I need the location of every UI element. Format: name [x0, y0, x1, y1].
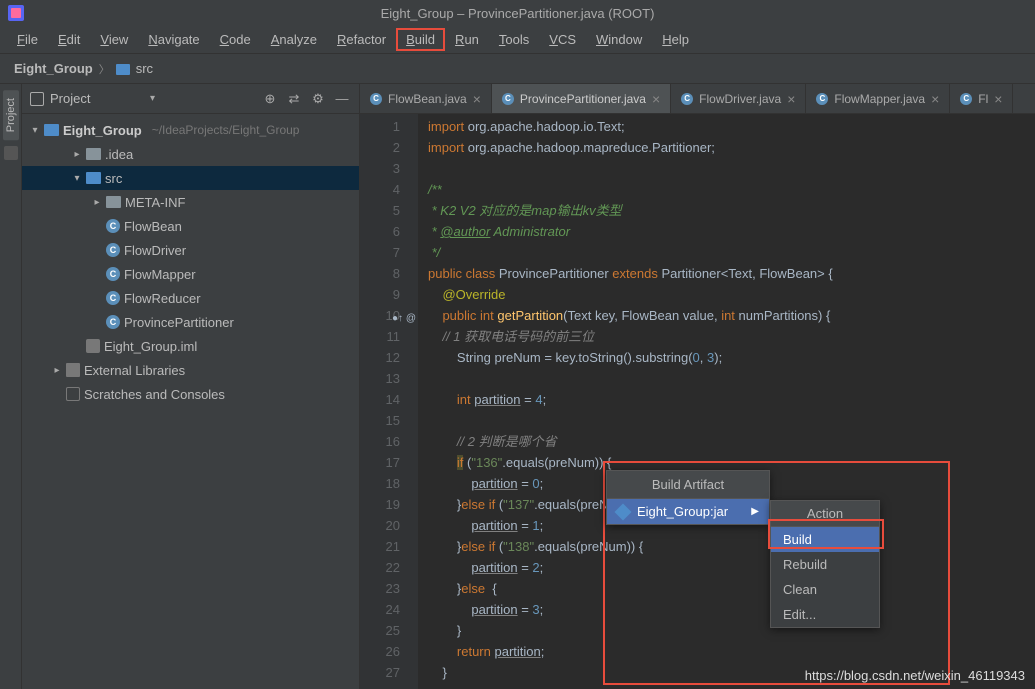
gutter: 12345678910●↑ @1112131415161718192021222…: [360, 114, 418, 689]
breadcrumb-bar: Eight_Group 〉 src: [0, 54, 1035, 84]
action-rebuild[interactable]: Rebuild: [771, 552, 879, 577]
project-label[interactable]: Project: [50, 91, 144, 106]
menu-help[interactable]: Help: [653, 29, 698, 50]
menu-bar: FileEditViewNavigateCodeAnalyzeRefactorB…: [0, 26, 1035, 54]
menu-refactor[interactable]: Refactor: [328, 29, 395, 50]
class-icon: C: [816, 93, 828, 105]
structure-tool-icon[interactable]: [4, 146, 18, 160]
close-icon[interactable]: ×: [652, 91, 660, 107]
class-icon: C: [370, 93, 382, 105]
artifact-icon: [615, 503, 632, 520]
chevron-right-icon: 〉: [99, 61, 110, 77]
close-icon[interactable]: ×: [787, 91, 795, 107]
project-panel: Project ▾ ⊕ ⇄ ⚙ — ▾Eight_Group~/IdeaProj…: [22, 84, 360, 689]
tab-provincepartitioner-java[interactable]: CProvincePartitioner.java×: [492, 84, 671, 113]
project-icon: [30, 92, 44, 106]
folder-icon: [116, 64, 130, 75]
menu-edit[interactable]: Edit: [49, 29, 89, 50]
code-body[interactable]: import org.apache.hadoop.io.Text; import…: [418, 114, 1035, 689]
window-title: Eight_Group – ProvincePartitioner.java (…: [381, 6, 655, 21]
artifact-item[interactable]: Eight_Group:jar ▶: [607, 499, 769, 524]
app-logo-icon: [8, 5, 24, 21]
menu-navigate[interactable]: Navigate: [139, 29, 208, 50]
action-clean[interactable]: Clean: [771, 577, 879, 602]
tree-item-flowbean[interactable]: CFlowBean: [22, 214, 359, 238]
tree-item-scratches-and-consoles[interactable]: Scratches and Consoles: [22, 382, 359, 406]
close-icon[interactable]: ×: [931, 91, 939, 107]
action-edit[interactable]: Edit...: [771, 602, 879, 627]
menu-window[interactable]: Window: [587, 29, 651, 50]
tree-item--idea[interactable]: ▸.idea: [22, 142, 359, 166]
tab-fl[interactable]: CFl×: [950, 84, 1013, 113]
tree-item-provincepartitioner[interactable]: CProvincePartitioner: [22, 310, 359, 334]
tab-flowdriver-java[interactable]: CFlowDriver.java×: [671, 84, 806, 113]
breadcrumb-folder[interactable]: src: [136, 61, 153, 76]
editor-tabs: CFlowBean.java×CProvincePartitioner.java…: [360, 84, 1035, 114]
close-icon[interactable]: ×: [473, 91, 481, 107]
tab-flowmapper-java[interactable]: CFlowMapper.java×: [806, 84, 950, 113]
tree-root[interactable]: ▾Eight_Group~/IdeaProjects/Eight_Group: [22, 118, 359, 142]
breadcrumb-project[interactable]: Eight_Group: [14, 61, 93, 76]
tree-item-meta-inf[interactable]: ▸META-INF: [22, 190, 359, 214]
title-bar: Eight_Group – ProvincePartitioner.java (…: [0, 0, 1035, 26]
class-icon: C: [960, 93, 972, 105]
dropdown-icon[interactable]: ▾: [150, 93, 155, 104]
editor-area: CFlowBean.java×CProvincePartitioner.java…: [360, 84, 1035, 689]
expand-icon[interactable]: ⇄: [285, 90, 303, 108]
menu-file[interactable]: File: [8, 29, 47, 50]
action-build[interactable]: Build: [771, 527, 879, 552]
menu-build[interactable]: Build: [397, 29, 444, 50]
tree-item-external-libraries[interactable]: ▸External Libraries: [22, 358, 359, 382]
menu-vcs[interactable]: VCS: [540, 29, 585, 50]
menu-code[interactable]: Code: [211, 29, 260, 50]
build-artifact-menu[interactable]: Build Artifact Eight_Group:jar ▶: [606, 470, 770, 525]
artifact-label: Eight_Group:jar: [637, 504, 728, 519]
menu-analyze[interactable]: Analyze: [262, 29, 326, 50]
tab-flowbean-java[interactable]: CFlowBean.java×: [360, 84, 492, 113]
gear-icon[interactable]: ⚙: [309, 90, 327, 108]
tree-item-flowreducer[interactable]: CFlowReducer: [22, 286, 359, 310]
menu-header: Build Artifact: [607, 471, 769, 499]
tool-window-strip: Project: [0, 84, 22, 689]
menu-run[interactable]: Run: [446, 29, 488, 50]
action-menu-header: Action: [771, 501, 879, 527]
code-editor[interactable]: 12345678910●↑ @1112131415161718192021222…: [360, 114, 1035, 689]
locate-icon[interactable]: ⊕: [261, 90, 279, 108]
action-menu[interactable]: Action BuildRebuildCleanEdit...: [770, 500, 880, 628]
project-panel-header: Project ▾ ⊕ ⇄ ⚙ —: [22, 84, 359, 114]
tree-item-flowmapper[interactable]: CFlowMapper: [22, 262, 359, 286]
class-icon: C: [502, 93, 514, 105]
menu-view[interactable]: View: [91, 29, 137, 50]
tree-item-eight-group-iml[interactable]: Eight_Group.iml: [22, 334, 359, 358]
watermark-text: https://blog.csdn.net/weixin_46119343: [805, 668, 1025, 683]
class-icon: C: [681, 93, 693, 105]
close-icon[interactable]: ×: [994, 91, 1002, 107]
project-tree[interactable]: ▾Eight_Group~/IdeaProjects/Eight_Group▸.…: [22, 114, 359, 689]
menu-tools[interactable]: Tools: [490, 29, 538, 50]
project-tool-tab[interactable]: Project: [3, 90, 19, 140]
tree-item-src[interactable]: ▾src: [22, 166, 359, 190]
tree-item-flowdriver[interactable]: CFlowDriver: [22, 238, 359, 262]
submenu-arrow-icon: ▶: [751, 506, 759, 517]
hide-icon[interactable]: —: [333, 90, 351, 108]
